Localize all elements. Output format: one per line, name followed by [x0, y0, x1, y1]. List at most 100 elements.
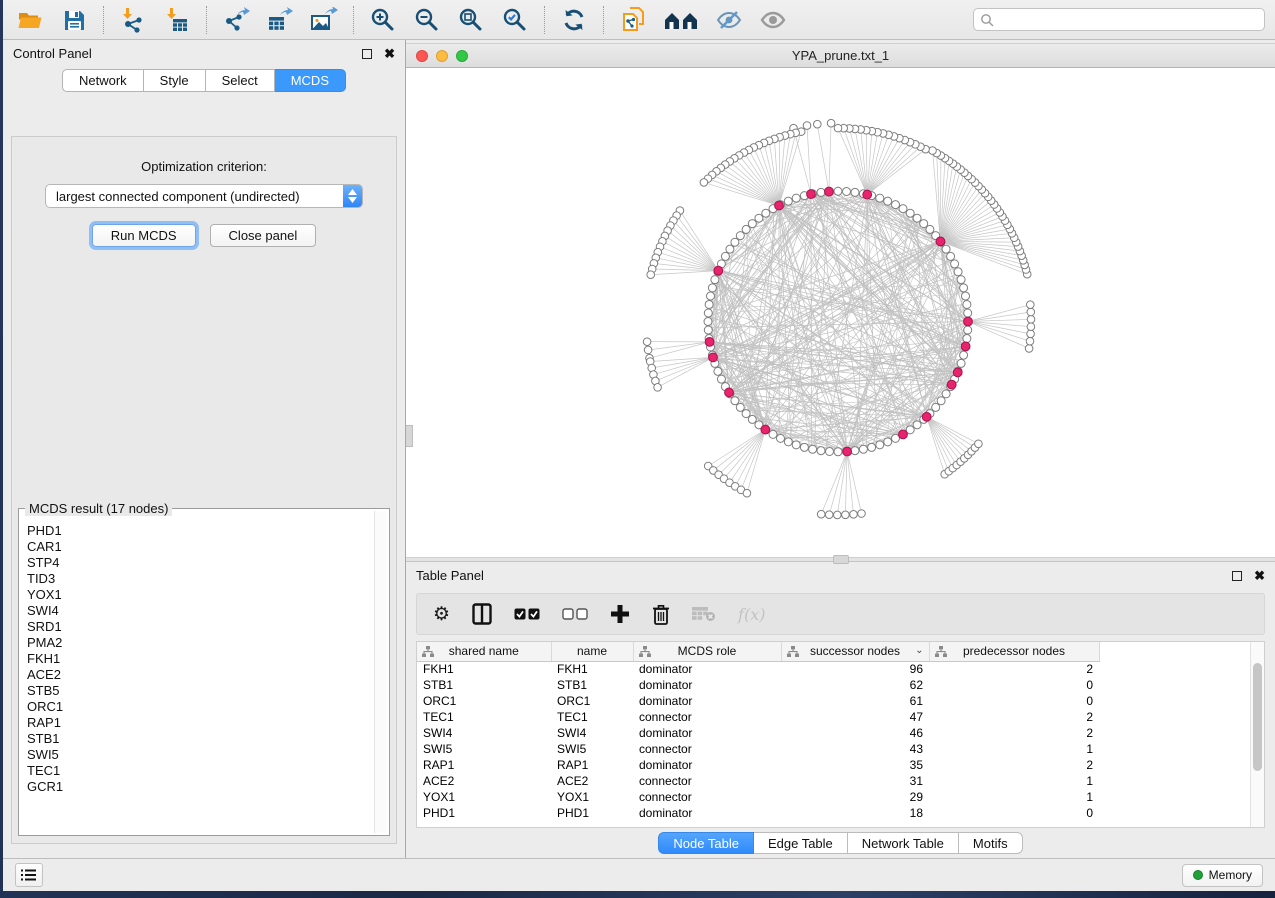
network-node[interactable]: [721, 252, 729, 260]
mcds-result-item[interactable]: SWI5: [27, 747, 373, 763]
network-leaf-node[interactable]: [1026, 337, 1034, 345]
network-leaf-node[interactable]: [975, 440, 983, 448]
network-node[interactable]: [964, 309, 972, 317]
mcds-result-item[interactable]: TID3: [27, 571, 373, 587]
mcds-result-item[interactable]: STB1: [27, 731, 373, 747]
network-node[interactable]: [913, 214, 921, 222]
table-cell[interactable]: 43: [781, 741, 929, 757]
table-row[interactable]: TEC1TEC1connector472: [417, 709, 1263, 725]
delete-column-button[interactable]: [652, 601, 670, 627]
network-node[interactable]: [834, 187, 842, 195]
first-neighbors-button[interactable]: [662, 6, 700, 34]
network-node[interactable]: [826, 447, 834, 455]
network-mcds-hub-node[interactable]: [843, 447, 852, 456]
run-mcds-button[interactable]: Run MCDS: [92, 224, 196, 247]
mcds-result-item[interactable]: SWI4: [27, 603, 373, 619]
network-leaf-node[interactable]: [1025, 345, 1033, 353]
network-node[interactable]: [800, 443, 808, 451]
network-node[interactable]: [731, 238, 739, 246]
network-node[interactable]: [906, 209, 914, 217]
network-node[interactable]: [817, 188, 825, 196]
network-mcds-hub-node[interactable]: [714, 266, 723, 275]
table-cell[interactable]: 18: [781, 805, 929, 821]
network-node[interactable]: [717, 375, 725, 383]
mcds-result-item[interactable]: SRD1: [27, 619, 373, 635]
table-row[interactable]: SWI5SWI5connector431: [417, 741, 1263, 757]
delete-table-button[interactable]: [692, 601, 716, 627]
network-mcds-hub-node[interactable]: [953, 368, 962, 377]
mcds-result-item[interactable]: ACE2: [27, 667, 373, 683]
mcds-result-item[interactable]: PHD1: [27, 523, 373, 539]
network-leaf-node[interactable]: [644, 346, 652, 354]
network-node[interactable]: [937, 397, 945, 405]
zoom-out-button[interactable]: [412, 6, 442, 34]
network-mcds-hub-node[interactable]: [761, 425, 770, 434]
mcds-result-item[interactable]: YOX1: [27, 587, 373, 603]
network-node[interactable]: [962, 292, 970, 300]
table-cell[interactable]: ORC1: [551, 693, 633, 709]
table-cell[interactable]: 2: [929, 709, 1099, 725]
network-node[interactable]: [859, 445, 867, 453]
table-cell[interactable]: 1: [929, 773, 1099, 789]
table-cell[interactable]: ACE2: [551, 773, 633, 789]
network-mcds-hub-node[interactable]: [922, 412, 931, 421]
network-node[interactable]: [708, 284, 716, 292]
close-panel-icon[interactable]: ✖: [384, 47, 395, 60]
network-mcds-hub-node[interactable]: [947, 380, 956, 389]
column-header-MCDS-role[interactable]: MCDS role: [633, 642, 781, 661]
network-node[interactable]: [762, 209, 770, 217]
table-cell[interactable]: 31: [781, 773, 929, 789]
table-cell[interactable]: SWI4: [417, 725, 551, 741]
table-cell[interactable]: 1: [929, 741, 1099, 757]
table-cell[interactable]: SWI5: [417, 741, 551, 757]
network-leaf-node[interactable]: [1027, 301, 1035, 309]
table-cell[interactable]: 61: [781, 693, 929, 709]
network-node[interactable]: [707, 292, 715, 300]
network-node[interactable]: [736, 403, 744, 411]
network-node[interactable]: [784, 438, 792, 446]
mcds-result-item[interactable]: PMA2: [27, 635, 373, 651]
network-node[interactable]: [742, 225, 750, 233]
table-cell[interactable]: TEC1: [417, 709, 551, 725]
column-header-predecessor-nodes[interactable]: predecessor nodes: [929, 642, 1099, 661]
mcds-result-item[interactable]: RAP1: [27, 715, 373, 731]
network-node[interactable]: [942, 245, 950, 253]
network-node[interactable]: [960, 284, 968, 292]
close-table-panel-icon[interactable]: ✖: [1254, 569, 1265, 582]
table-cell[interactable]: YOX1: [551, 789, 633, 805]
export-table-button[interactable]: [265, 6, 295, 34]
network-node[interactable]: [957, 276, 965, 284]
import-network-button[interactable]: [118, 6, 148, 34]
network-leaf-node[interactable]: [700, 179, 708, 187]
zoom-fit-button[interactable]: [456, 6, 486, 34]
table-cell[interactable]: SWI5: [551, 741, 633, 757]
network-node[interactable]: [704, 318, 712, 326]
table-cell[interactable]: 2: [929, 757, 1099, 773]
network-node[interactable]: [960, 351, 968, 359]
splitter-grip[interactable]: [833, 555, 849, 564]
network-node[interactable]: [843, 188, 851, 196]
table-cell[interactable]: 46: [781, 725, 929, 741]
table-cell[interactable]: connector: [633, 741, 781, 757]
column-header-shared-name[interactable]: shared name: [417, 642, 551, 661]
table-cell[interactable]: 0: [929, 693, 1099, 709]
table-cell[interactable]: 1: [929, 789, 1099, 805]
column-view-button[interactable]: [472, 601, 492, 627]
table-cell[interactable]: RAP1: [417, 757, 551, 773]
network-leaf-node[interactable]: [643, 338, 651, 346]
mcds-result-item[interactable]: STP4: [27, 555, 373, 571]
network-mcds-hub-node[interactable]: [936, 237, 945, 246]
network-node[interactable]: [748, 415, 756, 423]
network-leaf-node[interactable]: [814, 120, 822, 128]
network-mcds-hub-node[interactable]: [725, 388, 734, 397]
network-leaf-node[interactable]: [858, 510, 866, 518]
mcds-result-item[interactable]: FKH1: [27, 651, 373, 667]
network-node[interactable]: [884, 438, 892, 446]
export-network-button[interactable]: [221, 6, 251, 34]
table-row[interactable]: ACE2ACE2connector311: [417, 773, 1263, 789]
table-cell[interactable]: 96: [781, 661, 929, 677]
network-node[interactable]: [932, 403, 940, 411]
network-node[interactable]: [711, 276, 719, 284]
table-cell[interactable]: ACE2: [417, 773, 551, 789]
node-table-grid[interactable]: shared namenameMCDS rolesuccessor nodes⌄…: [417, 642, 1263, 821]
